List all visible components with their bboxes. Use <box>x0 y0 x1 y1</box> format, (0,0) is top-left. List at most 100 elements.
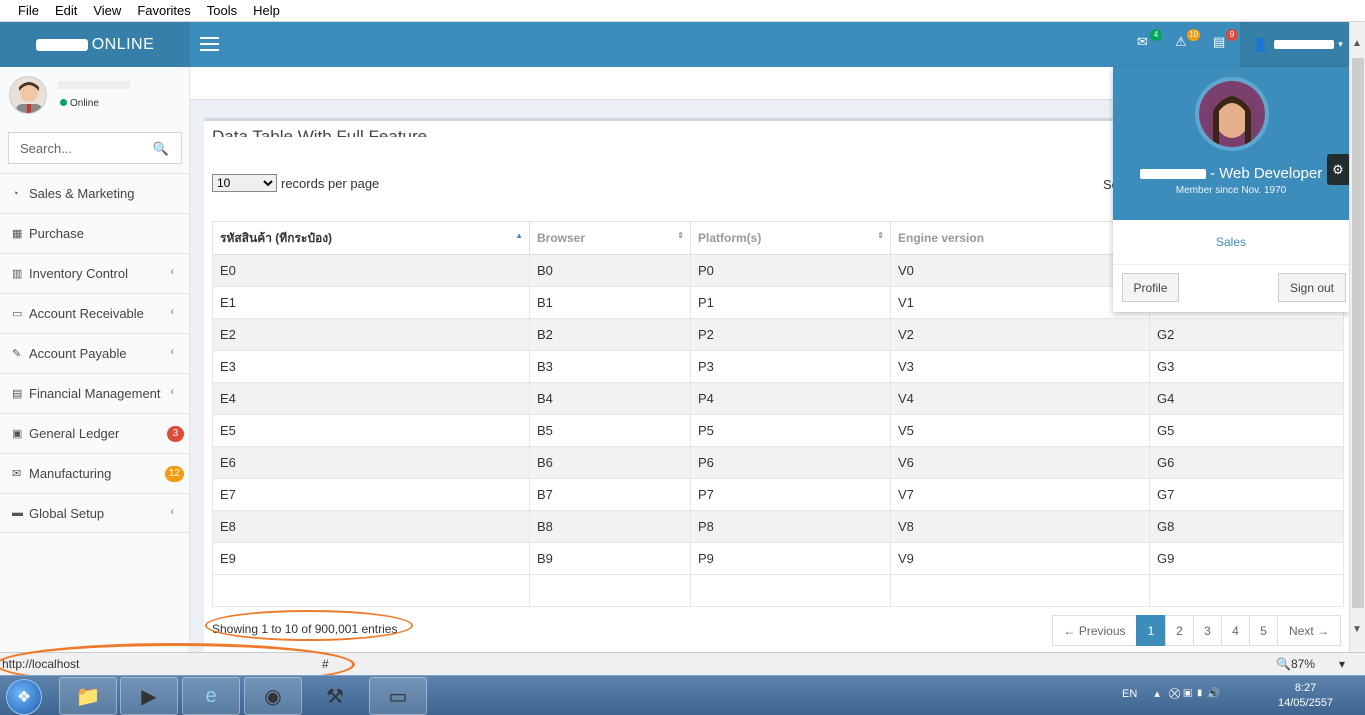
profile-button[interactable]: Profile <box>1122 273 1179 302</box>
tray-icons[interactable]: ⛒ ▣ ▮ 🔊 <box>1169 688 1221 700</box>
logo-text: ONLINE <box>91 35 155 53</box>
chevron-down-icon: ▾ <box>1338 657 1346 671</box>
search-icon[interactable]: 🔍 <box>153 141 169 157</box>
sidebar-item-global-setup[interactable]: ▬ Global Setup ‹ <box>0 493 190 533</box>
column-header[interactable]: Platform(s) ⇕ <box>690 221 891 255</box>
table-cell: G6 <box>1149 446 1344 479</box>
clock[interactable]: 8:27 14/05/2557 <box>1278 681 1333 711</box>
table-row[interactable]: E6 B6 P6 V6 G6 <box>212 446 1344 479</box>
table-cell: V1 <box>890 286 1150 319</box>
zoom-level[interactable]: 🔍87% ▾ <box>1276 657 1345 671</box>
page-button[interactable]: 2 <box>1165 615 1194 646</box>
sign-out-button[interactable]: Sign out <box>1278 273 1346 302</box>
dashboard-icon: ◔ <box>12 187 19 200</box>
gear-icon[interactable]: ⚙ <box>1327 154 1349 185</box>
column-header[interactable]: Browser ⇕ <box>529 221 691 255</box>
chrome-taskbar-icon[interactable]: ◉ <box>244 677 302 715</box>
page-button[interactable]: 5 <box>1249 615 1278 646</box>
folder-icon: ▬ <box>12 507 23 519</box>
table-row[interactable]: E5 B5 P5 V5 G5 <box>212 414 1344 447</box>
tray-arrow-icon[interactable]: ▴ <box>1154 688 1160 700</box>
table-cell: P1 <box>690 286 891 319</box>
envelope-icon[interactable]: ✉ 4 <box>1137 29 1162 54</box>
sidebar-item-inventory-control[interactable]: ▥ Inventory Control ‹ <box>0 253 190 293</box>
tasks-badge: 9 <box>1226 29 1238 41</box>
table-row[interactable]: E4 B4 P4 V4 G4 <box>212 382 1344 415</box>
start-button[interactable]: ❖ <box>6 679 42 715</box>
scrollbar-thumb[interactable] <box>1352 58 1364 608</box>
next-page-button[interactable]: Next → <box>1277 615 1341 646</box>
table-row[interactable]: E7 B7 P7 V7 G7 <box>212 478 1344 511</box>
sidebar-item-account-payable[interactable]: ✎ Account Payable ‹ <box>0 333 190 373</box>
window-taskbar-icon[interactable]: ▭ <box>369 677 427 715</box>
menu-favorites[interactable]: Favorites <box>137 3 190 18</box>
table-row[interactable]: E8 B8 P8 V8 G8 <box>212 510 1344 543</box>
user-icon: 👤 <box>1252 36 1269 52</box>
table-cell: G7 <box>1149 478 1344 511</box>
chevron-left-icon: ‹ <box>170 506 174 518</box>
table-cell: V3 <box>890 350 1150 383</box>
column-header[interactable]: Engine version <box>890 221 1150 255</box>
caret-down-icon: ▾ <box>1338 39 1343 49</box>
chevron-left-icon: ‹ <box>170 306 174 318</box>
sidebar-item-purchase[interactable]: ▦ Purchase <box>0 213 190 253</box>
sidebar-item-sales-marketing[interactable]: ◔ Sales & Marketing <box>0 173 190 213</box>
sales-link[interactable]: Sales <box>1113 220 1349 265</box>
menu-help[interactable]: Help <box>253 3 280 18</box>
column-header[interactable]: รหัสสินค้า (ทีกระป๋อง) ▲ <box>212 221 530 255</box>
language-indicator[interactable]: EN <box>1122 688 1137 700</box>
records-per-page-select[interactable]: 10 <box>212 174 277 192</box>
table-cell: V4 <box>890 382 1150 415</box>
media-player-taskbar-icon[interactable]: ▶ <box>120 677 178 715</box>
scroll-up-icon[interactable]: ▲ <box>1352 38 1362 49</box>
table-cell: E4 <box>212 382 530 415</box>
explorer-taskbar-icon[interactable]: 📁 <box>59 677 117 715</box>
scroll-down-icon[interactable]: ▼ <box>1352 624 1362 635</box>
ie-taskbar-icon[interactable]: e <box>182 677 240 715</box>
sidebar-item-account-receivable[interactable]: ▭ Account Receivable ‹ <box>0 293 190 333</box>
flag-icon[interactable]: ▤ 9 <box>1213 29 1238 54</box>
records-per-page-label: records per page <box>281 175 380 191</box>
tool-taskbar-icon[interactable]: ⚒ <box>306 677 364 715</box>
app-logo[interactable]: ONLINE <box>0 22 190 67</box>
page-button[interactable]: 1 <box>1136 615 1166 646</box>
table-cell: E8 <box>212 510 530 543</box>
table-cell: P6 <box>690 446 891 479</box>
page-button[interactable]: 4 <box>1221 615 1250 646</box>
online-status: Online <box>60 98 99 109</box>
user-name-redacted <box>1274 40 1335 49</box>
table-cell: E1 <box>212 286 530 319</box>
menu-view[interactable]: View <box>93 3 121 18</box>
browser-menubar: File Edit View Favorites Tools Help <box>0 0 1365 22</box>
table-row[interactable]: E2 B2 P2 V2 G2 <box>212 318 1344 351</box>
prev-page-button[interactable]: ← Previous <box>1052 615 1137 646</box>
warning-icon[interactable]: ⚠ 10 <box>1175 29 1200 54</box>
table-cell: E9 <box>212 542 530 575</box>
table-row[interactable]: E3 B3 P3 V3 G3 <box>212 350 1344 383</box>
table-cell: E3 <box>212 350 530 383</box>
top-navbar: ONLINE ✉ 4 ⚠ 10 ▤ 9 👤 ▾ <box>0 22 1349 67</box>
menu-tools[interactable]: Tools <box>207 3 237 18</box>
table-cell: V7 <box>890 478 1150 511</box>
table-row[interactable]: E9 B9 P9 V9 G9 <box>212 542 1344 575</box>
table-cell: B0 <box>529 254 691 287</box>
grid-icon: ▦ <box>12 228 23 240</box>
sidebar-item-general-ledger[interactable]: ▣ General Ledger 3 <box>0 413 190 453</box>
page-scrollbar[interactable]: ▲ ▼ <box>1349 22 1365 652</box>
sidebar-search-input[interactable]: Search... 🔍 <box>8 132 182 164</box>
sidebar-item-manufacturing[interactable]: ✉ Manufacturing 12 <box>0 453 190 493</box>
profile-photo <box>1195 77 1269 151</box>
menu-file[interactable]: File <box>18 3 39 18</box>
edit-icon: ✎ <box>12 348 22 360</box>
avatar <box>9 76 47 114</box>
table-cell: V6 <box>890 446 1150 479</box>
table-cell: B8 <box>529 510 691 543</box>
menu-edit[interactable]: Edit <box>55 3 77 18</box>
sidebar-item-financial-management[interactable]: ▤ Financial Management ‹ <box>0 373 190 413</box>
sidebar-toggle-icon[interactable] <box>200 37 219 51</box>
sort-asc-icon: ▲ <box>515 231 523 240</box>
table-cell: E6 <box>212 446 530 479</box>
user-menu-toggle[interactable]: 👤 ▾ <box>1240 22 1349 67</box>
user-dropdown-header: - Web Developer Member since Nov. 1970 <box>1113 67 1349 220</box>
page-button[interactable]: 3 <box>1193 615 1222 646</box>
